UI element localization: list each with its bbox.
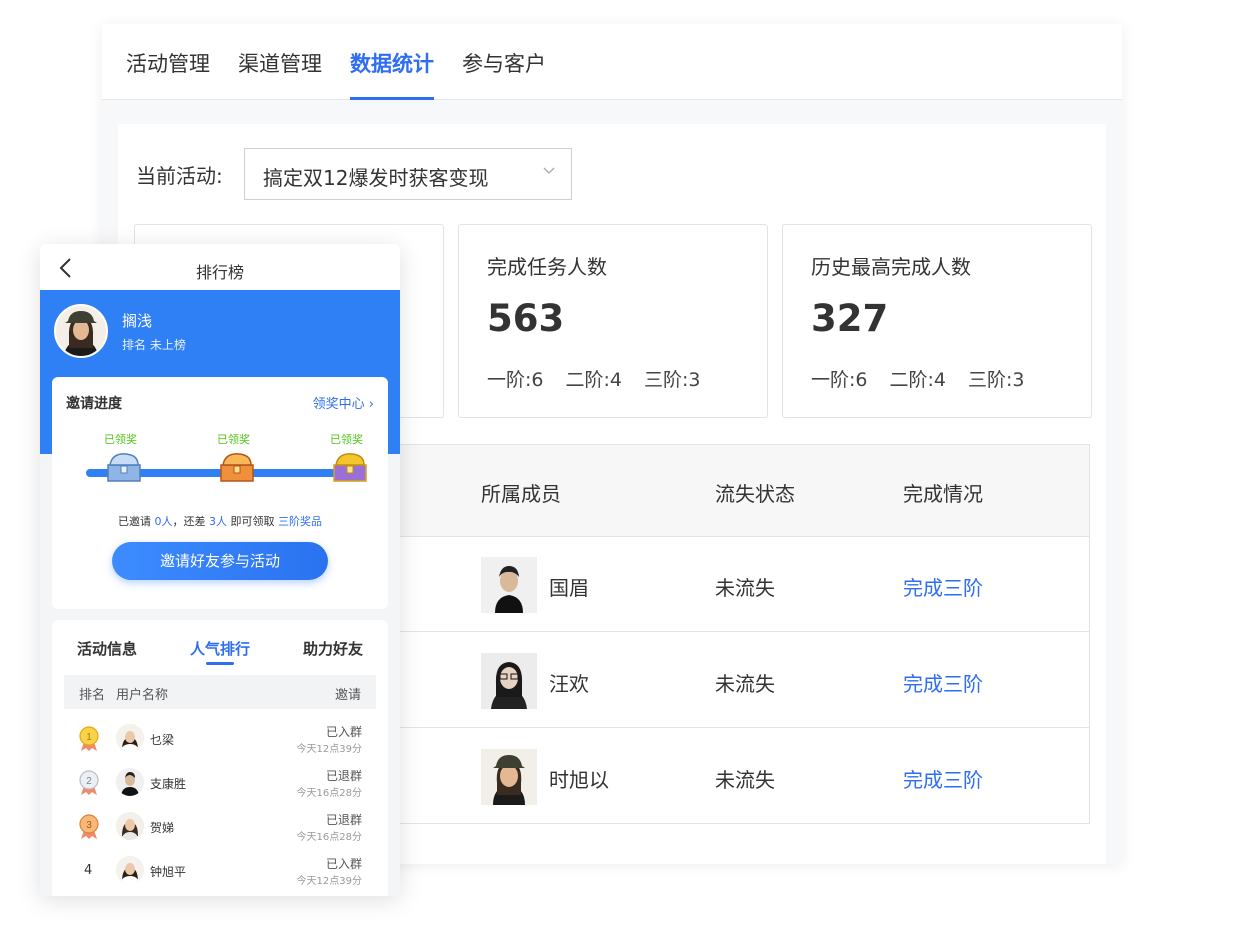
- tier-3: 三阶:3: [644, 369, 701, 391]
- ranking-row: 4 钟旭平 已入群 今天12点39分: [64, 850, 376, 894]
- status-mid2: 即可领取: [230, 515, 275, 528]
- user-rank: 排名 未上榜: [122, 338, 186, 352]
- rank-user-time: 今天12点39分: [296, 744, 362, 755]
- card-tiers: 一阶:6 二阶:4 三阶:3: [811, 365, 1047, 392]
- invite-progress-card: 邀请进度 领奖中心 › 已领奖 已领奖 已领奖 已邀请 0人，还差 3人 即可领…: [52, 377, 388, 609]
- rank-user-name: 钟旭平: [150, 865, 187, 879]
- ranking-row: 2 支康胜 已退群 今天16点28分: [64, 762, 376, 806]
- tier-2: 二阶:4: [565, 369, 623, 391]
- treasure-chest-bronze-icon: [220, 453, 254, 482]
- stat-card-completed: 完成任务人数 563 一阶:6 二阶:4 三阶:3: [458, 224, 768, 418]
- member-avatar: [481, 653, 537, 709]
- member-name: 国眉: [549, 576, 589, 600]
- ranking-row: 1 乜梁 已入群 今天12点39分: [64, 718, 376, 762]
- rank-user-status: 已入群: [325, 857, 362, 871]
- completion-link[interactable]: 完成三阶: [903, 668, 983, 697]
- ranking-row: 3 贺娣 已退群 今天16点28分: [64, 806, 376, 850]
- rank-col-invite: 邀请: [334, 688, 361, 703]
- completion-link[interactable]: 完成三阶: [903, 572, 983, 601]
- status-remaining-count: 3人: [209, 515, 227, 528]
- status-reward: 三阶奖品: [278, 515, 322, 528]
- rank-user-name: 支康胜: [150, 777, 187, 791]
- card-title: 历史最高完成人数: [811, 255, 971, 279]
- chevron-down-icon: [543, 167, 555, 174]
- mobile-title: 排行榜: [195, 263, 244, 282]
- tab-participating-customers[interactable]: 参与客户: [462, 48, 546, 100]
- rank-col-name: 用户名称: [116, 688, 169, 703]
- invite-progress-title: 邀请进度: [66, 396, 122, 412]
- current-activity-label: 当前活动:: [136, 164, 223, 188]
- user-avatar-image: [56, 306, 106, 356]
- activity-select[interactable]: 搞定双12爆发时获客变现: [244, 148, 572, 200]
- rank-number: 2: [86, 776, 92, 787]
- member-name: 汪欢: [549, 672, 589, 696]
- tier-3: 三阶:3: [968, 369, 1025, 391]
- rank-user-time: 今天16点28分: [296, 832, 362, 843]
- member-avatar: [481, 557, 537, 613]
- loss-status: 未流失: [715, 576, 775, 600]
- treasure-chest-gold-icon: [333, 453, 367, 482]
- tab-activity-management[interactable]: 活动管理: [126, 48, 210, 100]
- rank-user-time: 今天12点39分: [296, 876, 362, 887]
- top-tabs: 活动管理 渠道管理 数据统计 参与客户: [102, 24, 1122, 100]
- rank-number: 4: [84, 863, 93, 878]
- rank-user-avatar: [116, 856, 144, 884]
- ranking-card: 活动信息 人气排行 助力好友 排名 用户名称 邀请 1 乜梁 已入群 今天12点…: [52, 620, 388, 896]
- rank-number: 1: [86, 732, 92, 743]
- tab-popularity-ranking[interactable]: 人气排行: [190, 638, 250, 659]
- milestone-claimed-2: 已领奖: [217, 433, 250, 446]
- bronze-medal-icon: 3: [79, 814, 99, 839]
- rank-col-rank: 排名: [79, 688, 106, 703]
- completion-link[interactable]: 完成三阶: [903, 764, 983, 793]
- ranking-header: 排名 用户名称 邀请: [64, 675, 376, 709]
- rank-user-status: 已退群: [325, 769, 362, 783]
- col-completion: 完成情况: [903, 482, 983, 506]
- active-tab-indicator: [206, 662, 234, 665]
- tier-1: 一阶:6: [811, 369, 868, 391]
- member-name: 时旭以: [549, 768, 609, 792]
- tab-activity-info[interactable]: 活动信息: [77, 638, 137, 659]
- status-invited-count: 0人: [154, 515, 173, 528]
- card-tiers: 一阶:6 二阶:4 三阶:3: [487, 365, 723, 392]
- rank-user-avatar: [116, 768, 144, 796]
- col-member: 所属成员: [481, 482, 561, 506]
- mobile-nav-bar: 排行榜: [40, 244, 400, 290]
- activity-select-value: 搞定双12爆发时获客变现: [263, 166, 489, 190]
- loss-status: 未流失: [715, 768, 775, 792]
- card-value: 563: [487, 297, 565, 340]
- milestone-claimed-1: 已领奖: [104, 433, 137, 446]
- rank-user-name: 贺娣: [150, 821, 175, 835]
- card-title: 完成任务人数: [487, 255, 607, 279]
- card-value: 327: [811, 297, 889, 340]
- tier-1: 一阶:6: [487, 369, 544, 391]
- rank-user-avatar: [116, 724, 144, 752]
- reward-center-link[interactable]: 领奖中心 ›: [313, 393, 374, 412]
- silver-medal-icon: 2: [79, 770, 99, 795]
- rank-number: 3: [86, 820, 92, 831]
- tier-2: 二阶:4: [889, 369, 947, 391]
- rank-user-avatar: [116, 812, 144, 840]
- tab-data-statistics[interactable]: 数据统计: [350, 48, 434, 100]
- user-avatar: [54, 304, 108, 358]
- stat-card-historical-max: 历史最高完成人数 327 一阶:6 二阶:4 三阶:3: [782, 224, 1092, 418]
- member-avatar: [481, 749, 537, 805]
- treasure-chest-silver-icon: [107, 453, 141, 482]
- col-loss-status: 流失状态: [715, 482, 795, 506]
- rank-user-status: 已入群: [325, 725, 362, 739]
- user-name: 搁浅: [122, 312, 153, 330]
- rank-user-status: 已退群: [325, 813, 362, 827]
- mobile-leaderboard: 排行榜 搁浅 排名 未上榜 邀请进度 领奖中心 › 已领奖 已领奖 已领奖 已邀…: [40, 244, 400, 896]
- invite-status-text: 已邀请 0人，还差 3人 即可领取 三阶奖品: [52, 513, 388, 529]
- tab-channel-management[interactable]: 渠道管理: [238, 48, 322, 100]
- rank-user-name: 乜梁: [150, 733, 175, 747]
- rank-user-time: 今天16点28分: [296, 788, 362, 799]
- gold-medal-icon: 1: [79, 726, 99, 751]
- status-prefix: 已邀请: [118, 515, 151, 528]
- milestone-claimed-3: 已领奖: [330, 433, 363, 446]
- status-mid: ，还差: [172, 515, 206, 528]
- loss-status: 未流失: [715, 672, 775, 696]
- tab-helper-friends[interactable]: 助力好友: [303, 638, 363, 659]
- invite-friends-button[interactable]: 邀请好友参与活动: [112, 542, 328, 580]
